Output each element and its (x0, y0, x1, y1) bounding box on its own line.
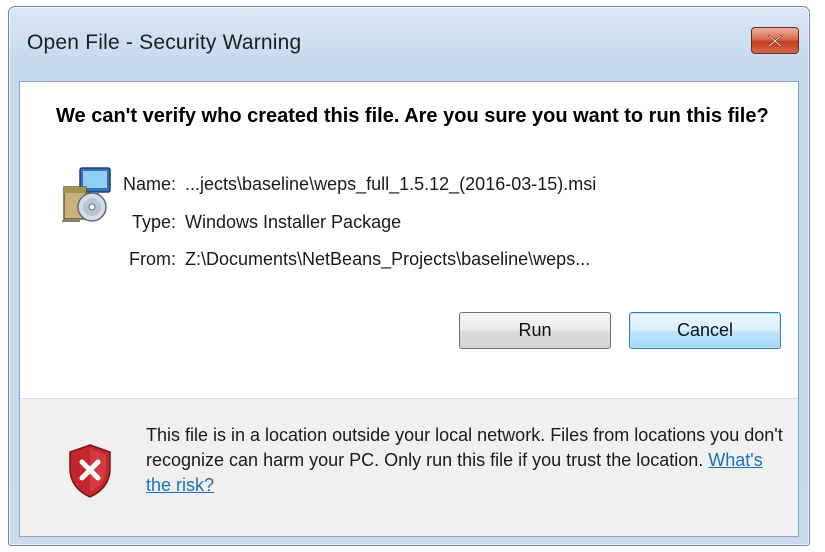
close-button[interactable] (751, 27, 799, 54)
file-name-value: ...jects\baseline\weps_full_1.5.12_(2016… (185, 174, 597, 194)
title-bar[interactable]: Open File - Security Warning (9, 7, 809, 81)
dialog-content: We can't verify who created this file. A… (19, 81, 799, 537)
file-from-label: From: (129, 249, 176, 269)
close-icon (767, 34, 783, 47)
file-type-label: Type: (131, 212, 176, 232)
file-name-label: Name: (122, 174, 176, 194)
file-type-value: Windows Installer Package (185, 212, 402, 232)
cancel-button[interactable]: Cancel (629, 312, 781, 349)
window-title: Open File - Security Warning (27, 31, 302, 54)
file-from-value: Z:\Documents\NetBeans_Projects\baseline\… (185, 249, 591, 269)
run-button[interactable]: Run (459, 312, 611, 349)
security-warning-dialog: Open File - Security Warning We can't ve… (8, 6, 810, 546)
shield-error-icon (69, 444, 111, 498)
warning-headline: We can't verify who created this file. A… (56, 105, 769, 127)
warning-message-text: This file is in a location outside your … (146, 425, 783, 470)
warning-message: This file is in a location outside your … (146, 423, 786, 498)
warning-panel: This file is in a location outside your … (20, 399, 798, 536)
